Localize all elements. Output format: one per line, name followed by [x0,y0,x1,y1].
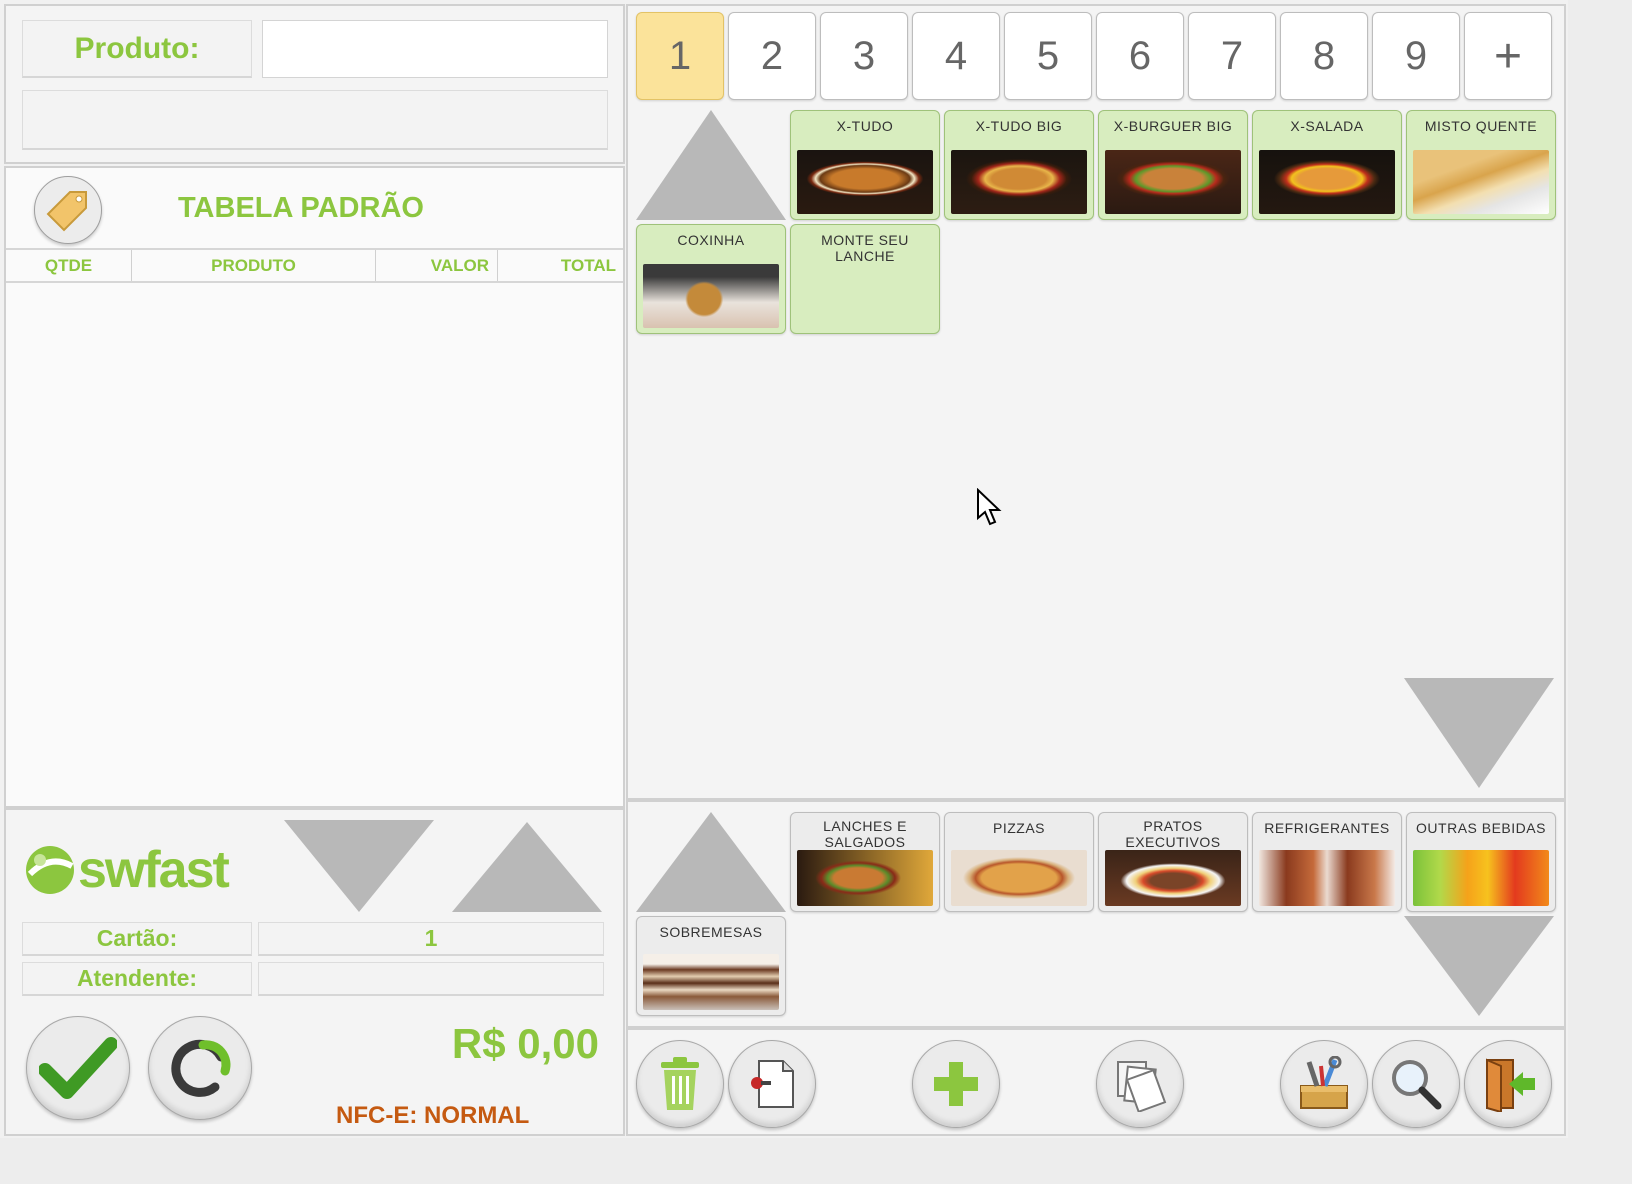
product-tile-misto-quente[interactable]: MISTO QUENTE [1406,110,1556,220]
price-table-title: TABELA PADRÃO [178,192,424,224]
categories-scroll-up-button[interactable] [636,812,786,912]
product-tile-monte-seu-lanche[interactable]: MONTE SEU LANCHE [790,224,940,334]
product-entry-panel: Produto: [4,4,625,164]
category-tile-refrigerantes[interactable]: REFRIGERANTES [1252,812,1402,912]
coxinha-image [643,264,779,328]
order-scroll-up-button[interactable] [452,822,602,912]
category-tile-sobremesas[interactable]: SOBREMESAS [636,916,786,1016]
document-icon [751,1060,794,1108]
swfast-logo: swfast [24,840,230,900]
refresh-button[interactable] [148,1016,252,1120]
exit-door-icon [1486,1058,1535,1112]
nfce-status: NFC-E: NORMAL [336,1102,530,1129]
page-tab-add[interactable]: + [1464,12,1552,100]
brand-name: swfast [78,841,230,899]
page-tab-5[interactable]: 5 [1004,12,1092,100]
burger-image [951,150,1087,214]
page-tab-9[interactable]: 9 [1372,12,1460,100]
product-input[interactable] [262,20,608,78]
order-table-divider [6,248,623,250]
category-tile-pratos-executivos[interactable]: PRATOS EXECUTIVOS [1098,812,1248,912]
product-tile-x-burguer-big[interactable]: X-BURGUER BIG [1098,110,1248,220]
trash-icon [661,1057,699,1110]
product-name: X-TUDO [836,118,894,134]
burger-fries-image [797,850,933,906]
page-tab-2[interactable]: 2 [728,12,816,100]
products-scroll-down-button[interactable] [1404,678,1554,788]
product-name: MONTE SEU LANCHE [821,232,909,264]
product-name: X-SALADA [1290,118,1364,134]
product-name: COXINHA [677,232,745,248]
document-button[interactable] [728,1040,816,1128]
toast-image [1413,150,1549,214]
burger-image [1259,150,1395,214]
search-icon [1392,1060,1442,1110]
product-label: Produto: [22,20,252,78]
order-table-divider [6,281,623,283]
delete-button[interactable] [636,1040,724,1128]
attendant-value [258,962,604,996]
burger-image [1105,150,1241,214]
search-button[interactable] [1372,1040,1460,1128]
category-tile-lanches-e-salgados[interactable]: LANCHES E SALGADOS [790,812,940,912]
plate-image [1105,850,1241,906]
add-button[interactable] [912,1040,1000,1128]
tools-button[interactable] [1280,1040,1368,1128]
checkmark-icon [39,1037,117,1099]
product-tile-x-salada[interactable]: X-SALADA [1252,110,1402,220]
page-tab-4[interactable]: 4 [912,12,1000,100]
footer-panel: swfast Cartão: 1 Atendente: R$ 0,00 NFC-… [4,808,625,1136]
page-tab-3[interactable]: 3 [820,12,908,100]
soda-image [1259,850,1395,906]
juice-image [1413,850,1549,906]
product-description [22,90,608,150]
page-tab-6[interactable]: 6 [1096,12,1184,100]
pizza-image [951,850,1087,906]
price-tag-icon[interactable] [34,176,102,244]
category-tile-outras-bebidas[interactable]: OUTRAS BEBIDAS [1406,812,1556,912]
plus-icon [934,1062,978,1106]
attendant-label: Atendente: [22,962,252,996]
column-qtde: QTDE [6,250,132,282]
product-name: MISTO QUENTE [1424,118,1538,134]
category-name: PRATOS EXECUTIVOS [1125,818,1221,850]
category-name: REFRIGERANTES [1264,820,1390,836]
copy-icon [1117,1061,1167,1112]
page-tab-8[interactable]: 8 [1280,12,1368,100]
mouse-cursor [976,487,1002,533]
column-produto: PRODUTO [132,250,376,282]
pos-window: Produto: TABELA PADRÃO QTDE PRODUTO VALO… [0,0,1568,1138]
categories-scroll-down-button[interactable] [1404,916,1554,1016]
refresh-swirl-icon [171,1039,231,1097]
exit-button[interactable] [1464,1040,1552,1128]
card-label: Cartão: [22,922,252,956]
category-name: SOBREMESAS [659,924,763,940]
column-valor: VALOR [376,250,498,282]
burger-image [797,150,933,214]
product-name: X-BURGUER BIG [1113,118,1233,134]
product-tile-coxinha[interactable]: COXINHA [636,224,786,334]
category-name: LANCHES E SALGADOS [823,818,907,850]
confirm-button[interactable] [26,1016,130,1120]
category-name: OUTRAS BEBIDAS [1416,820,1546,836]
page-tab-7[interactable]: 7 [1188,12,1276,100]
cake-image [643,954,779,1010]
product-tile-x-tudo[interactable]: X-TUDO [790,110,940,220]
category-name: PIZZAS [992,820,1045,836]
column-total: TOTAL [560,256,616,275]
card-value: 1 [258,922,604,956]
page-tab-1[interactable]: 1 [636,12,724,100]
category-tile-pizzas[interactable]: PIZZAS [944,812,1094,912]
product-name: X-TUDO BIG [975,118,1063,134]
order-scroll-down-button[interactable] [284,820,434,912]
product-tile-x-tudo-big[interactable]: X-TUDO BIG [944,110,1094,220]
copy-button[interactable] [1096,1040,1184,1128]
products-scroll-up-button[interactable] [636,110,786,220]
toolbox-icon [1300,1056,1348,1109]
total-amount: R$ 0,00 [451,1020,599,1067]
